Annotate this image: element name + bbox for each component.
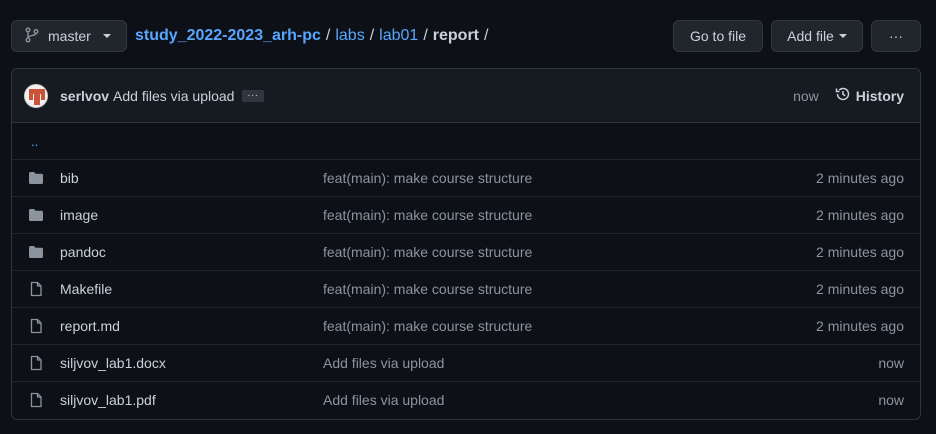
file-row[interactable]: Makefile feat(main): make course structur… (12, 270, 920, 307)
file-name-link[interactable]: Makefile (60, 281, 112, 297)
file-icon (28, 355, 46, 371)
commit-author-link[interactable]: serlvov (60, 88, 109, 104)
commit-message-link[interactable]: Add files via upload (113, 88, 234, 104)
top-bar: master study_2022-2023_arh-pc / labs / l… (11, 20, 921, 52)
history-label: History (855, 87, 904, 104)
latest-commit-bar: serlvov Add files via upload ... now His… (12, 69, 920, 123)
file-row[interactable]: siljvov_lab1.pdf Add files via upload now (12, 381, 920, 418)
breadcrumb-current: report (432, 27, 479, 44)
commit-time: now (793, 87, 819, 104)
parent-directory-link[interactable]: .. (12, 123, 920, 159)
kebab-horizontal-icon: ··· (889, 28, 903, 44)
file-icon (28, 392, 46, 408)
file-commit-message-link[interactable]: feat(main): make course structure (323, 318, 532, 334)
git-branch-icon (24, 27, 40, 46)
file-actions: Go to file Add file ··· (673, 20, 921, 52)
file-row[interactable]: report.md feat(main): make course structu… (12, 307, 920, 344)
more-options-button[interactable]: ··· (871, 20, 921, 52)
file-name-link[interactable]: bib (60, 170, 79, 186)
breadcrumb-separator: / (423, 27, 428, 44)
file-list: .. bib feat(main): make course structure 2… (12, 123, 920, 418)
file-age: 2 minutes ago (816, 244, 904, 260)
branch-select-button[interactable]: master (11, 20, 127, 52)
file-name-link[interactable]: pandoc (60, 244, 106, 260)
file-age: now (878, 392, 904, 408)
file-age: 2 minutes ago (816, 281, 904, 297)
file-icon (28, 318, 46, 334)
commit-expand-button[interactable]: ... (242, 88, 264, 102)
go-to-file-button[interactable]: Go to file (673, 20, 763, 52)
branch-name: master (48, 28, 91, 44)
add-file-button[interactable]: Add file (771, 20, 863, 52)
breadcrumb-lab01-link[interactable]: lab01 (379, 27, 418, 45)
file-commit-message-link[interactable]: Add files via upload (323, 355, 444, 371)
chevron-down-icon (838, 34, 847, 38)
file-commit-message-link[interactable]: feat(main): make course structure (323, 207, 532, 223)
file-name-link[interactable]: report.md (60, 318, 120, 334)
folder-icon (28, 244, 46, 260)
file-age: 2 minutes ago (816, 318, 904, 334)
chevron-down-icon (102, 34, 111, 38)
file-commit-message-link[interactable]: feat(main): make course structure (323, 244, 532, 260)
file-row[interactable]: bib feat(main): make course structure 2 mi… (12, 159, 920, 196)
add-file-label: Add file (787, 28, 834, 44)
file-name-link[interactable]: siljvov_lab1.docx (60, 355, 166, 371)
file-row[interactable]: siljvov_lab1.docx Add files via upload now (12, 344, 920, 381)
file-commit-message-link[interactable]: feat(main): make course structure (323, 281, 532, 297)
breadcrumb-repo-link[interactable]: study_2022-2023_arh-pc (135, 27, 321, 45)
folder-icon (28, 207, 46, 223)
breadcrumb-separator: / (369, 27, 375, 44)
file-age: 2 minutes ago (816, 207, 904, 223)
file-age: 2 minutes ago (816, 170, 904, 186)
file-name-link[interactable]: image (60, 207, 98, 223)
file-browser: serlvov Add files via upload ... now His… (11, 68, 921, 420)
history-icon (835, 86, 851, 105)
breadcrumb-separator: / (484, 27, 489, 44)
folder-icon (28, 170, 46, 186)
file-row[interactable]: pandoc feat(main): make course structure 2… (12, 233, 920, 270)
avatar[interactable] (24, 83, 48, 108)
file-commit-message-link[interactable]: Add files via upload (323, 392, 444, 408)
file-age: now (878, 355, 904, 371)
file-row[interactable]: image feat(main): make course structure 2 … (12, 196, 920, 233)
breadcrumb-separator: / (325, 27, 331, 44)
history-link[interactable]: History (835, 86, 904, 105)
breadcrumb-labs-link[interactable]: labs (335, 27, 364, 45)
file-commit-message-link[interactable]: feat(main): make course structure (323, 170, 532, 186)
breadcrumb: study_2022-2023_arh-pc / labs / lab01 / … (135, 27, 493, 45)
file-name-link[interactable]: siljvov_lab1.pdf (60, 392, 156, 408)
file-icon (28, 281, 46, 297)
